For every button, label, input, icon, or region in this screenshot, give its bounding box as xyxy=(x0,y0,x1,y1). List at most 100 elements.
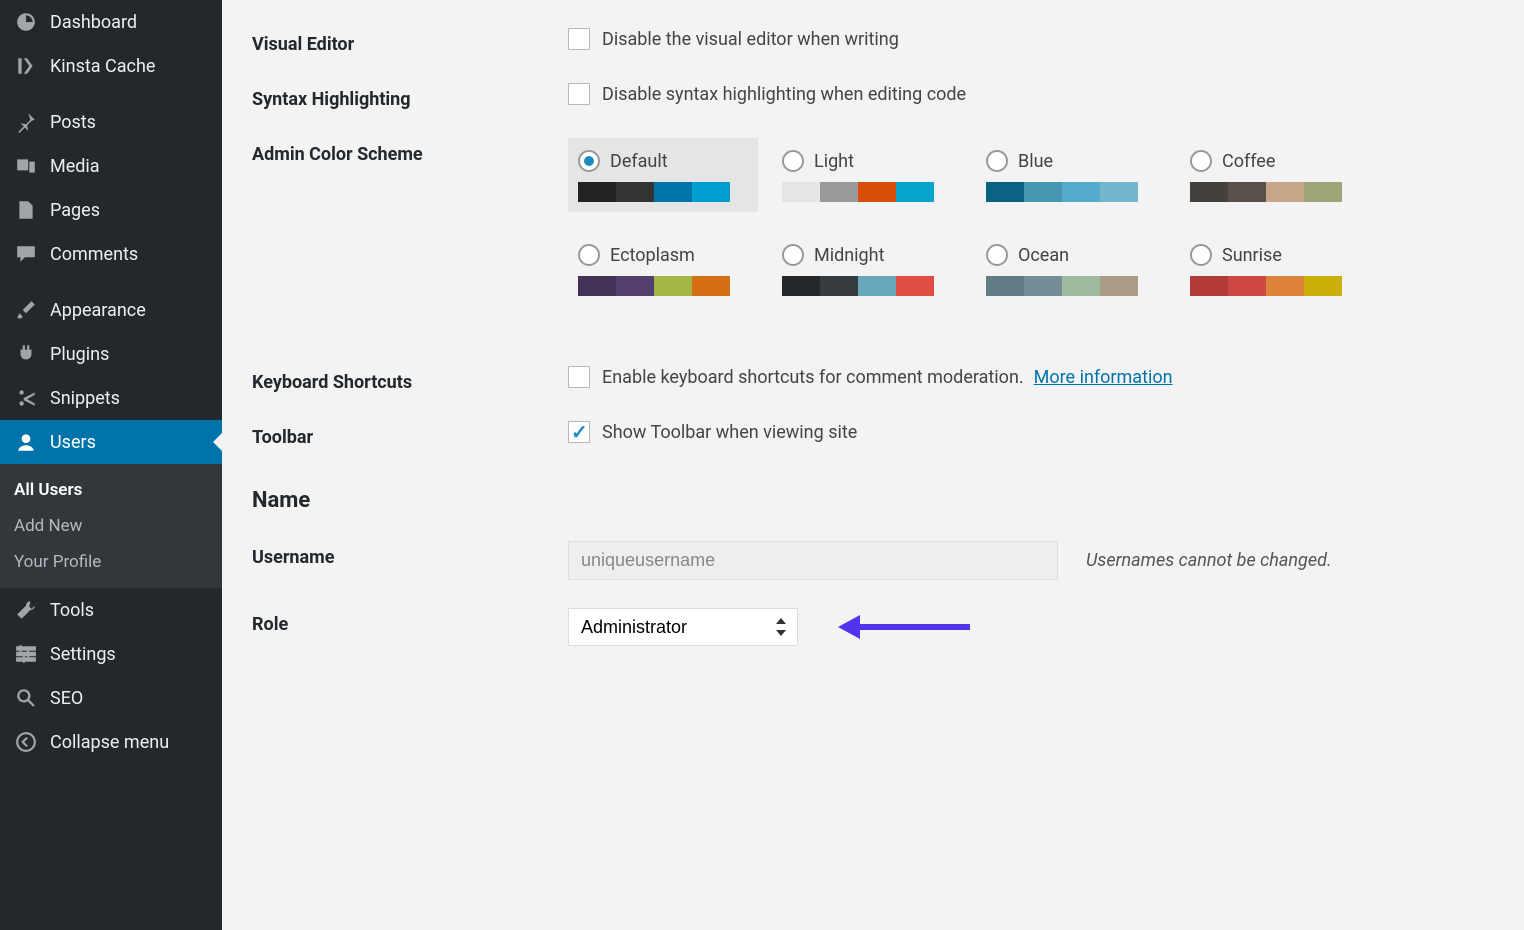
color-scheme-blue[interactable]: Blue xyxy=(976,138,1166,212)
visual-editor-option[interactable]: Disable the visual editor when writing xyxy=(568,28,899,50)
arrow-line xyxy=(860,624,970,630)
swatch xyxy=(1266,182,1304,202)
swatch-row xyxy=(578,182,730,202)
sidebar-item-seo[interactable]: SEO xyxy=(0,676,222,720)
plug-icon xyxy=(14,342,38,366)
swatch xyxy=(1100,276,1138,296)
user-icon xyxy=(14,430,38,454)
swatch xyxy=(1062,276,1100,296)
color-scheme-coffee[interactable]: Coffee xyxy=(1180,138,1370,212)
sidebar-item-dashboard[interactable]: Dashboard xyxy=(0,0,222,44)
swatch-row xyxy=(1190,182,1342,202)
row-visual-editor: Visual Editor Disable the visual editor … xyxy=(252,28,1494,55)
kinsta-icon xyxy=(14,54,38,78)
toolbar-checkbox[interactable] xyxy=(568,421,590,443)
sliders-icon xyxy=(14,642,38,666)
swatch xyxy=(820,182,858,202)
dashboard-icon xyxy=(14,10,38,34)
swatch xyxy=(1228,182,1266,202)
visual-editor-checkbox[interactable] xyxy=(568,28,590,50)
radio-icon xyxy=(1190,150,1212,172)
sidebar-label: Comments xyxy=(50,244,138,265)
menu-separator xyxy=(0,276,222,288)
syntax-checkbox[interactable] xyxy=(568,83,590,105)
color-scheme-ocean[interactable]: Ocean xyxy=(976,232,1166,306)
annotation-arrow xyxy=(838,615,970,639)
scheme-label: Midnight xyxy=(814,245,884,266)
shortcuts-checkbox[interactable] xyxy=(568,366,590,388)
submenu-all-users[interactable]: All Users xyxy=(0,472,222,508)
label-role: Role xyxy=(252,608,568,635)
sidebar-item-media[interactable]: Media xyxy=(0,144,222,188)
color-scheme-sunrise[interactable]: Sunrise xyxy=(1180,232,1370,306)
sidebar-label: Plugins xyxy=(50,344,109,365)
radio-icon xyxy=(1190,244,1212,266)
color-scheme-ectoplasm[interactable]: Ectoplasm xyxy=(568,232,758,306)
swatch xyxy=(692,182,730,202)
radio-icon xyxy=(578,244,600,266)
scheme-label: Blue xyxy=(1018,151,1053,172)
color-scheme-grid: DefaultLight Blue Coffee Ectoplasm Midnight O… xyxy=(568,138,1370,306)
section-name: Name xyxy=(252,488,1494,513)
swatch-row xyxy=(986,182,1138,202)
row-colors: Admin Color Scheme DefaultLightBlueCoffe… xyxy=(252,138,1494,306)
sidebar-label: Pages xyxy=(50,200,100,221)
sidebar-item-posts[interactable]: Posts xyxy=(0,100,222,144)
swatch xyxy=(1024,182,1062,202)
swatch xyxy=(616,276,654,296)
sidebar-label: Users xyxy=(50,432,96,453)
submenu-add-new[interactable]: Add New xyxy=(0,508,222,544)
admin-sidebar: Dashboard Kinsta Cache Posts Media Pages… xyxy=(0,0,222,930)
sidebar-label: Dashboard xyxy=(50,12,137,33)
label-username: Username xyxy=(252,541,568,568)
syntax-text: Disable syntax highlighting when editing… xyxy=(602,84,966,105)
sidebar-label: Snippets xyxy=(50,388,120,409)
arrow-head-icon xyxy=(838,615,860,639)
swatch-row xyxy=(986,276,1138,296)
swatch xyxy=(578,276,616,296)
submenu-your-profile[interactable]: Your Profile xyxy=(0,544,222,580)
collapse-icon xyxy=(14,730,38,754)
comment-icon xyxy=(14,242,38,266)
brush-icon xyxy=(14,298,38,322)
sidebar-item-settings[interactable]: Settings xyxy=(0,632,222,676)
sidebar-item-plugins[interactable]: Plugins xyxy=(0,332,222,376)
sidebar-item-kinsta[interactable]: Kinsta Cache xyxy=(0,44,222,88)
sidebar-label: Media xyxy=(50,156,100,177)
sidebar-item-comments[interactable]: Comments xyxy=(0,232,222,276)
swatch-row xyxy=(578,276,730,296)
sidebar-item-pages[interactable]: Pages xyxy=(0,188,222,232)
color-scheme-light[interactable]: Light xyxy=(772,138,962,212)
sidebar-submenu: All Users Add New Your Profile xyxy=(0,464,222,588)
swatch xyxy=(654,276,692,296)
color-scheme-midnight[interactable]: Midnight xyxy=(772,232,962,306)
profile-form: Visual Editor Disable the visual editor … xyxy=(222,0,1524,930)
wrench-icon xyxy=(14,598,38,622)
row-username: Username Usernames cannot be changed. xyxy=(252,541,1494,580)
sidebar-item-users[interactable]: Users xyxy=(0,420,222,464)
sidebar-item-tools[interactable]: Tools xyxy=(0,588,222,632)
username-help: Usernames cannot be changed. xyxy=(1086,550,1332,571)
swatch-row xyxy=(782,182,934,202)
swatch xyxy=(820,276,858,296)
swatch xyxy=(858,276,896,296)
sidebar-collapse[interactable]: Collapse menu xyxy=(0,720,222,764)
sidebar-item-appearance[interactable]: Appearance xyxy=(0,288,222,332)
radio-icon xyxy=(578,150,600,172)
sidebar-item-snippets[interactable]: Snippets xyxy=(0,376,222,420)
swatch xyxy=(1304,276,1342,296)
sidebar-label: Appearance xyxy=(50,300,146,321)
syntax-option[interactable]: Disable syntax highlighting when editing… xyxy=(568,83,966,105)
role-select-wrap: Administrator xyxy=(568,608,798,646)
row-syntax: Syntax Highlighting Disable syntax highl… xyxy=(252,83,1494,110)
label-toolbar: Toolbar xyxy=(252,421,568,448)
sidebar-label: Posts xyxy=(50,112,96,133)
shortcuts-option[interactable]: Enable keyboard shortcuts for comment mo… xyxy=(568,366,1024,388)
swatch xyxy=(986,276,1024,296)
shortcuts-more-link[interactable]: More information xyxy=(1034,367,1173,388)
scheme-label: Sunrise xyxy=(1222,245,1282,266)
media-icon xyxy=(14,154,38,178)
color-scheme-default[interactable]: Default xyxy=(568,138,758,212)
toolbar-option[interactable]: Show Toolbar when viewing site xyxy=(568,421,857,443)
role-select[interactable]: Administrator xyxy=(568,608,798,646)
